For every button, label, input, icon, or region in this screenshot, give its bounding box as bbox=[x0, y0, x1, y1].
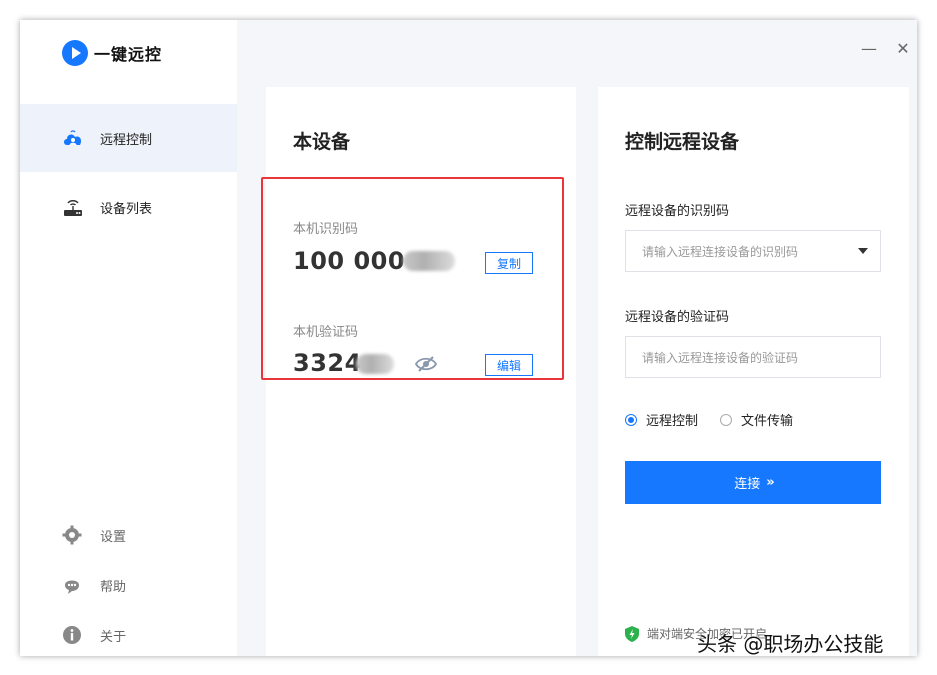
cloud-user-icon bbox=[62, 127, 84, 149]
connect-button[interactable]: 连接 » bbox=[625, 461, 881, 504]
window-controls: — ✕ bbox=[861, 39, 911, 58]
info-icon bbox=[62, 625, 82, 645]
close-button[interactable]: ✕ bbox=[895, 39, 911, 58]
radio-label: 远程控制 bbox=[646, 414, 699, 429]
sidebar-item-about[interactable]: 关于 bbox=[62, 625, 126, 645]
sidebar-item-device-list[interactable]: 设备列表 bbox=[20, 173, 237, 241]
remote-code-label: 远程设备的验证码 bbox=[625, 310, 730, 325]
radio-label: 文件传输 bbox=[741, 414, 794, 429]
sidebar-item-settings[interactable]: 设置 bbox=[62, 525, 126, 545]
remote-device-panel: 控制远程设备 远程设备的识别码 请输入远程连接设备的识别码 远程设备的验证码 请… bbox=[598, 87, 909, 656]
play-logo-icon bbox=[62, 40, 88, 66]
this-device-title: 本设备 bbox=[293, 131, 351, 153]
radio-remote-control[interactable]: 远程控制 bbox=[625, 410, 698, 429]
watermark: 头条 @职场办公技能 bbox=[697, 632, 884, 656]
remote-id-label: 远程设备的识别码 bbox=[625, 204, 730, 219]
router-icon bbox=[62, 196, 84, 218]
sidebar: 一键远控 远程控制 设备列表 设置 帮助 关于 bbox=[20, 20, 237, 656]
radio-file-transfer[interactable]: 文件传输 bbox=[720, 410, 793, 429]
sidebar-item-label: 帮助 bbox=[100, 579, 127, 595]
remote-code-input[interactable]: 请输入远程连接设备的验证码 bbox=[625, 336, 881, 378]
sidebar-item-label: 关于 bbox=[100, 629, 127, 645]
sidebar-item-help[interactable]: 帮助 bbox=[62, 575, 126, 595]
radio-unchecked-icon bbox=[720, 413, 733, 426]
connect-label: 连接 bbox=[734, 477, 761, 492]
remote-id-input[interactable]: 请输入远程连接设备的识别码 bbox=[625, 230, 881, 272]
shield-icon bbox=[625, 625, 639, 642]
app-window: 一键远控 远程控制 设备列表 设置 帮助 关于 — ✕ 本设备 本机识别码 10… bbox=[20, 20, 917, 656]
gear-icon bbox=[62, 525, 82, 545]
sidebar-item-label: 设备列表 bbox=[100, 201, 153, 217]
minimize-button[interactable]: — bbox=[861, 39, 877, 58]
help-chat-icon bbox=[62, 575, 82, 595]
remote-code-placeholder: 请输入远程连接设备的验证码 bbox=[642, 350, 799, 365]
app-title: 一键远控 bbox=[94, 45, 163, 64]
double-chevron-icon: » bbox=[766, 475, 775, 490]
sidebar-item-label: 远程控制 bbox=[100, 132, 153, 148]
sidebar-item-label: 设置 bbox=[100, 529, 127, 545]
radio-checked-icon bbox=[625, 413, 637, 426]
sidebar-item-remote-control[interactable]: 远程控制 bbox=[20, 104, 237, 172]
dropdown-arrow-icon[interactable] bbox=[858, 248, 868, 254]
app-logo: 一键远控 bbox=[62, 40, 162, 66]
remote-device-title: 控制远程设备 bbox=[625, 131, 740, 153]
mode-radio-group: 远程控制 文件传输 bbox=[625, 410, 793, 429]
highlight-box bbox=[261, 177, 564, 380]
remote-id-placeholder: 请输入远程连接设备的识别码 bbox=[642, 244, 799, 259]
